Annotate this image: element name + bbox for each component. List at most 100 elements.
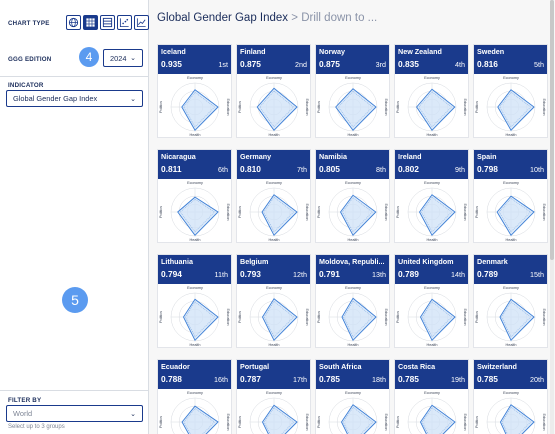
card-header: Nicaragua 0.811 6th (158, 150, 231, 179)
radar-axis-label-top: Economy (424, 286, 440, 290)
radar-axis-label-bottom: Health (269, 343, 280, 347)
country-card[interactable]: South Africa0.78518thEconomyHealthPoliti… (315, 359, 390, 434)
country-card[interactable]: Portugal0.78717thEconomyHealthPoliticsEd… (236, 359, 311, 434)
radar-axis-label-bottom: Health (506, 343, 517, 347)
country-card[interactable]: Moldova, Republi... 0.791 13th Economy Healt… (315, 254, 390, 348)
country-card[interactable]: Finland 0.875 2nd Economy Health Politics Educ… (236, 44, 311, 138)
scatter-icon[interactable] (117, 15, 132, 30)
card-header: United Kingdom 0.789 14th (395, 255, 468, 284)
country-score: 0.785 (319, 374, 340, 384)
chevron-down-icon: ⌄ (130, 95, 136, 103)
list-icon[interactable] (100, 15, 115, 30)
country-rank: 15th (530, 270, 544, 279)
sidebar-divider (0, 390, 149, 391)
radar-chart: EconomyHealthPoliticsEducation (159, 391, 230, 434)
card-header: Switzerland 0.785 20th (474, 360, 547, 389)
country-score: 0.835 (398, 59, 419, 69)
drill-down-link[interactable]: Drill down to ... (301, 12, 377, 24)
radar-axis-label-right: Education (463, 99, 467, 116)
step-badge: 5 (62, 287, 88, 313)
country-card[interactable]: New Zealand 0.835 4th Economy Health Politics… (394, 44, 469, 138)
radar-polygon (177, 196, 219, 236)
radar-chart: EconomyHealthPoliticsEducation (238, 391, 309, 434)
country-score: 0.785 (398, 374, 419, 384)
country-name: Nicaragua (161, 152, 196, 161)
card-header: South Africa 0.785 18th (316, 360, 389, 389)
radar-axis-label-left: Politics (317, 206, 321, 218)
country-rank: 12th (293, 270, 307, 279)
card-header: New Zealand 0.835 4th (395, 45, 468, 74)
radar-axis-label-bottom: Health (427, 133, 438, 137)
country-card[interactable]: Norway 0.875 3rd Economy Health Politics Educa… (315, 44, 390, 138)
radar-axis-label-top: Economy (266, 391, 282, 395)
country-card[interactable]: Germany 0.810 7th Economy Health Politics Educ… (236, 149, 311, 243)
edition-select[interactable]: 2024 ⌄ (103, 49, 143, 67)
country-score: 0.789 (398, 269, 419, 279)
radar-axis-label-right: Education (384, 309, 388, 326)
country-name: Ireland (398, 152, 422, 161)
country-card[interactable]: Iceland 0.935 1st Economy Health Politics Educ… (157, 44, 232, 138)
country-card[interactable]: Namibia 0.805 8th Economy Health Politics Educ… (315, 149, 390, 243)
country-card[interactable]: Ecuador0.78816thEconomyHealthPoliticsEdu… (157, 359, 232, 434)
line-icon[interactable] (134, 15, 149, 30)
country-name: Moldova, Republi... (319, 257, 385, 266)
filter-hint: Select up to 3 groups (8, 424, 65, 430)
radar-axis-label-top: Economy (503, 181, 519, 185)
radar-axis-label-left: Politics (396, 416, 400, 428)
country-rank: 16th (214, 375, 228, 384)
chart-type-label: CHART TYPE (8, 20, 50, 27)
filter-select[interactable]: World ⌄ (6, 405, 143, 422)
grid-icon[interactable] (83, 15, 98, 30)
card-header: Sweden 0.816 5th (474, 45, 547, 74)
country-card[interactable]: Costa Rica0.78519thEconomyHealthPolitics… (394, 359, 469, 434)
country-name: Portugal (240, 362, 270, 371)
radar-axis-label-left: Politics (159, 101, 163, 113)
radar-axis-label-left: Politics (475, 311, 479, 323)
radar-chart: EconomyHealthPoliticsEducation (475, 76, 546, 137)
radar-chart: EconomyHealthPoliticsEducation (396, 286, 467, 347)
radar-polygon (418, 194, 456, 237)
radar-axis-label-right: Education (542, 99, 546, 116)
scrollbar-thumb[interactable] (550, 0, 554, 260)
country-name: Denmark (477, 257, 508, 266)
country-score: 0.935 (161, 59, 182, 69)
country-card[interactable]: Denmark 0.789 15th Economy Health Politics Edu… (473, 254, 548, 348)
country-score: 0.794 (161, 269, 182, 279)
country-card[interactable]: Nicaragua 0.811 6th Economy Health Politics Ed… (157, 149, 232, 243)
radar-chart: EconomyHealthPoliticsEducation (159, 76, 230, 137)
radar-axis-label-left: Politics (238, 311, 242, 323)
country-card[interactable]: Switzerland0.78520thEconomyHealthPolitic… (473, 359, 548, 434)
country-rank: 5th (534, 60, 544, 69)
country-rank: 14th (451, 270, 465, 279)
country-name: Costa Rica (398, 362, 436, 371)
indicator-select[interactable]: Global Gender Gap Index ⌄ (6, 90, 143, 107)
scrollbar[interactable] (550, 0, 554, 434)
country-card[interactable]: Sweden 0.816 5th Economy Health Politics Educa… (473, 44, 548, 138)
country-name: Lithuania (161, 257, 193, 266)
country-card[interactable]: Lithuania 0.794 11th Economy Health Politics E… (157, 254, 232, 348)
radar-polygon (182, 298, 219, 342)
card-header: Portugal 0.787 17th (237, 360, 310, 389)
radar-polygon (181, 405, 219, 434)
radar-axis-label-bottom: Health (190, 133, 201, 137)
radar-chart: EconomyHealthPoliticsEducation (475, 391, 546, 434)
card-header: Moldova, Republi... 0.791 13th (316, 255, 389, 284)
globe-icon[interactable] (66, 15, 81, 30)
radar-chart: EconomyHealthPoliticsEducation (159, 181, 230, 242)
country-score: 0.875 (240, 59, 261, 69)
country-rank: 9th (455, 165, 465, 174)
filter-label: FILTER BY (8, 397, 42, 404)
country-card[interactable]: Belgium 0.793 12th Economy Health Politics Edu… (236, 254, 311, 348)
country-card[interactable]: United Kingdom 0.789 14th Economy Health Poli… (394, 254, 469, 348)
country-name: United Kingdom (398, 257, 454, 266)
chevron-down-icon: ⌄ (130, 410, 136, 418)
edition-label: GGG EDITION (8, 56, 52, 63)
edition-value: 2024 (110, 53, 127, 63)
country-card[interactable]: Ireland 0.802 9th Economy Health Politics Educ… (394, 149, 469, 243)
country-name: Iceland (161, 47, 186, 56)
country-rank: 11th (214, 270, 228, 279)
radar-axis-label-right: Education (463, 309, 467, 326)
radar-axis-label-top: Economy (503, 286, 519, 290)
radar-axis-label-left: Politics (159, 206, 163, 218)
country-card[interactable]: Spain 0.798 10th Economy Health Politics Educa… (473, 149, 548, 243)
